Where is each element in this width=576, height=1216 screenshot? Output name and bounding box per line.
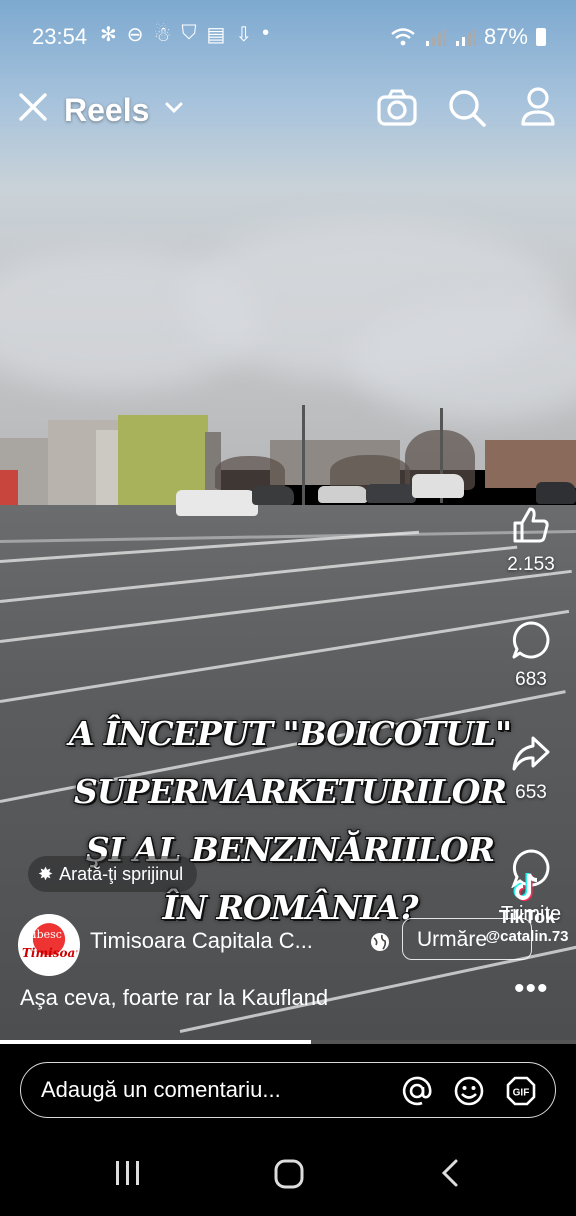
status-notification-icons: ✻ ⊖ ☃ ⛉ ▤ ⇩ • [100,22,269,47]
shield-icon: ⛉ [181,22,197,44]
comment-count: 683 [515,669,547,690]
support-chip[interactable]: ✸ Arată-ţi sprijinul [28,856,198,892]
video-tree [215,456,285,490]
gif-label: GIF [513,1088,530,1099]
system-nav-bar [0,1136,576,1216]
video-pole [302,405,305,505]
recent-apps-icon[interactable] [113,1158,143,1188]
avatar[interactable]: iubesc Timisoara [18,914,80,976]
page-title[interactable]: Reels [64,92,149,129]
author-row: iubesc Timisoara Timisoara Capitala C...… [18,912,576,976]
more-options-icon[interactable]: ••• [514,972,549,1006]
reel-caption[interactable]: Aşa ceva, foarte rar la Kaufland [20,985,328,1011]
gif-icon[interactable]: GIF [505,1075,537,1107]
wifi-icon [391,28,415,46]
status-time: 23:54 [32,24,88,49]
video-car [176,490,258,516]
home-icon[interactable] [273,1158,305,1190]
thumbs-up-icon [513,507,549,543]
globe-icon [371,933,389,951]
avatar-text: iubesc [26,928,62,941]
signal-1-icon [425,29,446,46]
follow-button[interactable]: Urmăre [402,918,532,960]
camera-icon[interactable] [376,88,418,128]
comment-placeholder: Adaugă un comentariu... [41,1077,281,1102]
emoji-icon[interactable] [453,1075,485,1107]
comment-bar: Adaugă un comentariu... GIF [0,1044,576,1136]
video-car [318,486,368,503]
avatar-text: Timisoara [22,946,78,960]
dot-icon: • [262,22,270,44]
video-car [252,486,294,505]
tiktok-logo-icon [513,873,538,901]
comment-button[interactable]: 683 [486,620,576,691]
comment-icon [512,621,550,659]
video-car [412,474,464,498]
overlay-line: A ÎNCEPUT "BOICOTUL" [68,714,512,753]
video-car [366,484,416,503]
like-button[interactable]: 2.153 [486,505,576,576]
at-icon[interactable] [401,1075,433,1107]
app-icon: ☃ [153,24,172,46]
support-label: Arată-ţi sprijinul [59,863,184,884]
download-icon: ⇩ [235,24,253,46]
signal-2-icon [455,29,476,46]
like-count: 2.153 [507,554,555,575]
search-icon[interactable] [447,88,487,128]
star-sparkle-icon: ✸ [38,863,54,884]
chevron-down-icon[interactable] [163,96,185,118]
clapperboard-icon: ▤ [206,24,226,46]
close-icon[interactable] [18,92,48,122]
video-overlay-text: A ÎNCEPUT "BOICOTUL" SUPERMARKETURILOR Ş… [60,705,520,937]
back-icon[interactable] [438,1158,464,1188]
overlay-line: SUPERMARKETURILOR [74,772,507,811]
fan-icon: ✻ [100,24,117,46]
author-name[interactable]: Timisoara Capitala C... [90,928,313,954]
do-not-disturb-icon: ⊖ [126,24,144,46]
comment-input[interactable]: Adaugă un comentariu... GIF [20,1062,556,1118]
